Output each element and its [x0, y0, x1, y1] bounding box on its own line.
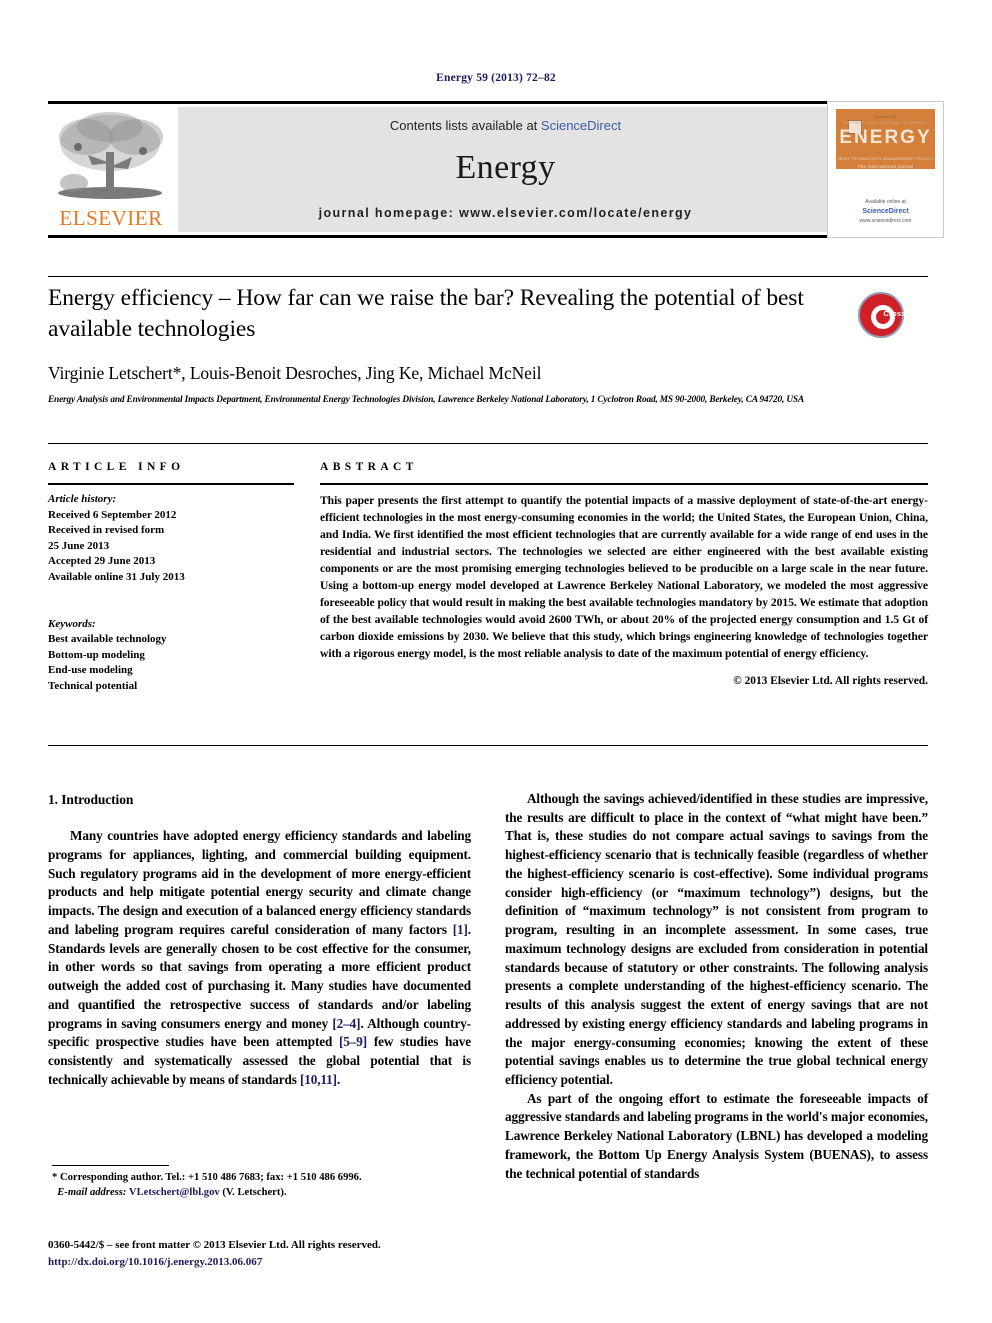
citation-ref[interactable]: [10,11] — [300, 1072, 337, 1087]
keywords-block: Keywords: Best available technology Bott… — [48, 617, 294, 695]
elsevier-wordmark: ELSEVIER — [59, 206, 163, 230]
page-title: Energy efficiency – How far can we raise… — [48, 285, 804, 343]
email-note: E-mail address: VLetschert@lbl.gov (V. L… — [52, 1185, 472, 1200]
keyword-item: Bottom-up modeling — [48, 648, 145, 661]
article-history-line: Received in revised form — [48, 524, 165, 537]
author-list: Virginie Letschert*, Louis-Benoit Desroc… — [48, 362, 542, 383]
masthead-rule-bottom — [48, 235, 834, 238]
paragraph-text: . — [336, 1071, 341, 1087]
elsevier-tree-icon — [58, 112, 163, 199]
article-info-rule — [48, 483, 294, 485]
cover-footer-line1: Available online at — [865, 198, 906, 205]
article-info-heading: ARTICLE INFO — [48, 461, 185, 473]
keywords-label: Keywords: — [48, 617, 96, 630]
keyword-item: Technical potential — [48, 680, 138, 693]
citation-ref[interactable]: [2–4] — [332, 1016, 360, 1031]
doi-link[interactable]: http://dx.doi.org/10.1016/j.energy.2013.… — [48, 1254, 488, 1271]
paragraph: Many countries have adopted energy effic… — [48, 827, 471, 1089]
cover-footer-url: www.sciencedirect.com — [859, 218, 912, 224]
masthead-panel: Contents lists available at ScienceDirec… — [178, 107, 833, 232]
paragraph-text: . Standards levels are generally chosen … — [48, 921, 471, 1031]
citation-ref[interactable]: [1] — [453, 922, 468, 937]
issn-front-matter: 0360-5442/$ – see front matter © 2013 El… — [48, 1239, 381, 1251]
journal-masthead: ELSEVIER Contents lists available at Sci… — [48, 101, 944, 238]
cover-orange-band: Volume 59 INTERNATIONAL JOURNAL OF ENERG… — [836, 109, 935, 169]
journal-title: Energy — [455, 149, 556, 186]
title-rule-top — [48, 276, 928, 277]
email-link[interactable]: VLetschert@lbl.gov — [129, 1187, 220, 1198]
article-history-line: 25 June 2013 — [48, 539, 110, 552]
footnote-rule — [52, 1165, 169, 1166]
abstract-section: ABSTRACT This paper presents the first a… — [320, 461, 928, 687]
article-info-section: ARTICLE INFO Article history: Received 6… — [48, 461, 294, 695]
article-history-label: Article history: — [48, 493, 117, 505]
abstract-text: This paper presents the first attempt to… — [320, 494, 928, 661]
paper-page: Energy 59 (2013) 72–82 ELSEVIER Contents… — [0, 0, 992, 1323]
abstract-rule — [320, 483, 928, 485]
article-history-line: Accepted 29 June 2013 — [48, 555, 156, 568]
cover-band-top-text: INTERNATIONAL JOURNAL OF ENERGY — [842, 120, 929, 125]
footnote-block: * Corresponding author. Tel.: +1 510 486… — [52, 1170, 472, 1201]
cover-footer: Available online at ScienceDirect www.sc… — [828, 198, 943, 225]
journal-homepage-link[interactable]: journal homepage: www.elsevier.com/locat… — [178, 206, 833, 220]
citation-ref[interactable]: [5–9] — [339, 1034, 367, 1049]
article-history-line: Received 6 September 2012 — [48, 508, 177, 521]
cover-band-bottom-text: HEAT TECHNOLOGY MANAGEMENT POLICY — [838, 156, 933, 161]
paragraph-text: Many countries have adopted energy effic… — [48, 828, 471, 937]
sciencedirect-link[interactable]: ScienceDirect — [541, 118, 621, 133]
keyword-item: End-use modeling — [48, 664, 133, 677]
contents-prefix: Contents lists available at — [389, 118, 541, 133]
crossmark-label: CrossMark — [883, 309, 924, 318]
keyword-item: Best available technology — [48, 633, 167, 646]
section-heading-introduction: 1. Introduction — [48, 792, 134, 807]
email-label: E-mail address: — [57, 1187, 127, 1199]
crossmark-badge[interactable]: CrossMark — [858, 292, 924, 340]
cover-tagline: The international journal — [857, 164, 914, 169]
journal-cover-thumbnail: Volume 59 INTERNATIONAL JOURNAL OF ENERG… — [827, 101, 944, 238]
imprint-block: 0360-5442/$ – see front matter © 2013 El… — [48, 1237, 488, 1270]
body-column-right: Although the savings achieved/identified… — [505, 790, 928, 1183]
affiliation: Energy Analysis and Environmental Impact… — [48, 394, 805, 405]
running-head: Energy 59 (2013) 72–82 — [436, 72, 556, 84]
cover-issn-label: Volume 59 — [874, 114, 897, 119]
title-rule-bottom — [48, 443, 928, 444]
body-column-left: 1. Introduction Many countries have adop… — [48, 790, 471, 1089]
article-history-line: Available online 31 July 2013 — [48, 571, 185, 584]
paragraph: Although the savings achieved/identified… — [505, 791, 928, 1088]
abstract-copyright: © 2013 Elsevier Ltd. All rights reserved… — [733, 675, 928, 688]
elsevier-logo: ELSEVIER — [48, 107, 174, 233]
corresponding-author-note: * Corresponding author. Tel.: +1 510 486… — [52, 1172, 362, 1183]
abstract-rule-bottom — [48, 745, 928, 746]
contents-available-line: Contents lists available at ScienceDirec… — [178, 118, 833, 133]
abstract-heading: ABSTRACT — [320, 461, 418, 473]
title-block: Energy efficiency – How far can we raise… — [48, 283, 838, 407]
email-suffix: (V. Letschert). — [219, 1187, 287, 1199]
cover-title: ENERGY — [839, 127, 932, 148]
paragraph: As part of the ongoing effort to estimat… — [505, 1090, 928, 1181]
cover-footer-sciencedirect: ScienceDirect — [862, 207, 909, 215]
masthead-rule-top — [48, 101, 834, 104]
